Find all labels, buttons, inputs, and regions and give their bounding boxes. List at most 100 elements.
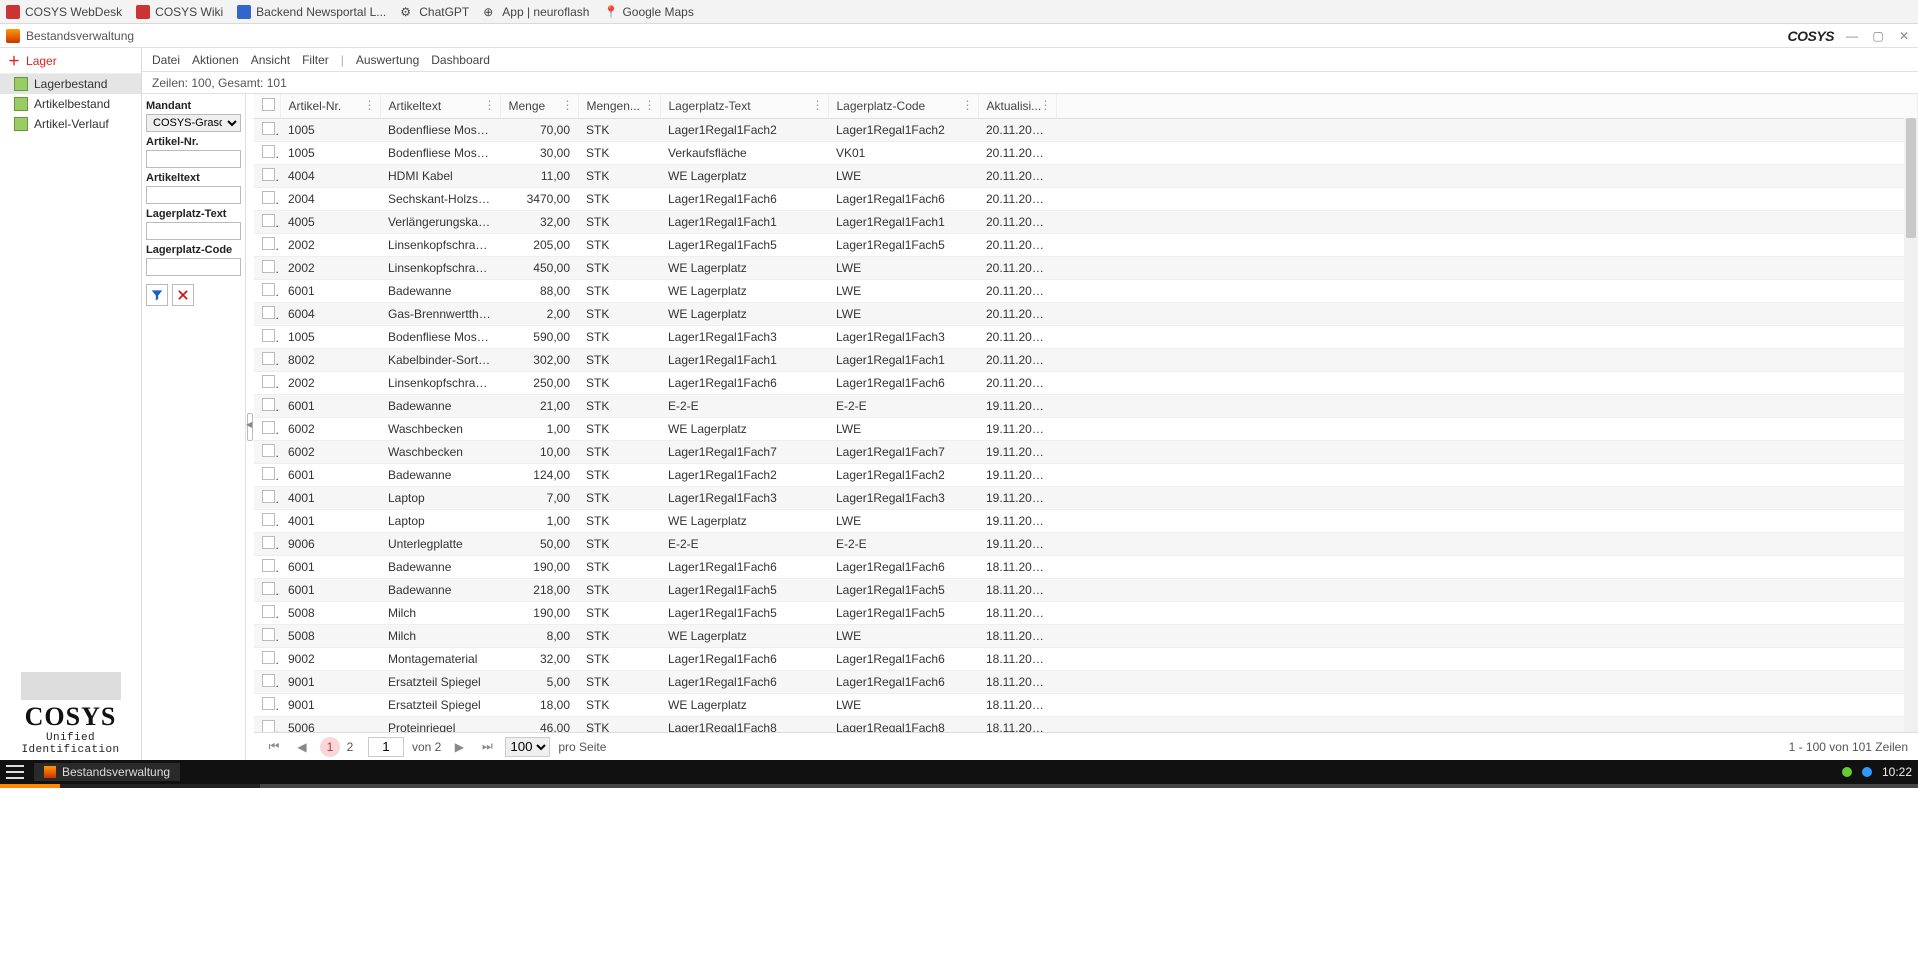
row-checkbox[interactable] (262, 398, 275, 411)
row-checkbox[interactable] (262, 168, 275, 181)
table-row[interactable]: 9001Ersatzteil Spiegel18,00STKWE Lagerpl… (254, 694, 1918, 717)
table-row[interactable]: 5008Milch8,00STKWE LagerplatzLWE18.11.20… (254, 625, 1918, 648)
minimize-button[interactable]: — (1844, 28, 1860, 44)
row-checkbox[interactable] (262, 651, 275, 664)
row-checkbox[interactable] (262, 421, 275, 434)
table-row[interactable]: 4001Laptop1,00STKWE LagerplatzLWE19.11.2… (254, 510, 1918, 533)
column-header[interactable]: Artikeltext⋮ (380, 94, 500, 119)
table-row[interactable]: 6001Badewanne88,00STKWE LagerplatzLWE20.… (254, 280, 1918, 303)
table-row[interactable]: 1005Bodenfliese Mosaik70,00STKLager1Rega… (254, 119, 1918, 142)
row-checkbox[interactable] (262, 628, 275, 641)
next-page-button[interactable]: ▶ (449, 737, 469, 757)
sidebar-item[interactable]: Artikelbestand (0, 94, 141, 114)
row-checkbox[interactable] (262, 214, 275, 227)
row-checkbox[interactable] (262, 352, 275, 365)
table-row[interactable]: 6002Waschbecken10,00STKLager1Regal1Fach7… (254, 441, 1918, 464)
row-checkbox[interactable] (262, 191, 275, 204)
mandant-select[interactable]: COSYS-Grasdorf (146, 114, 241, 132)
maximize-button[interactable]: ▢ (1870, 28, 1886, 44)
column-menu-icon[interactable]: ⋮ (562, 98, 574, 112)
column-menu-icon[interactable]: ⋮ (364, 98, 376, 112)
column-header[interactable]: Menge⋮ (500, 94, 578, 119)
table-row[interactable]: 2002Linsenkopfschrauben250,00STKLager1Re… (254, 372, 1918, 395)
row-checkbox[interactable] (262, 720, 275, 732)
lagerplatz-text-input[interactable] (146, 222, 241, 240)
menu-item[interactable]: Datei (152, 53, 180, 67)
row-checkbox[interactable] (262, 605, 275, 618)
bookmark-item[interactable]: ⚙ChatGPT (400, 5, 469, 19)
table-row[interactable]: 9002Montagematerial32,00STKLager1Regal1F… (254, 648, 1918, 671)
column-menu-icon[interactable]: ⋮ (812, 98, 824, 112)
menu-item[interactable]: Auswertung (356, 53, 419, 67)
column-header[interactable] (254, 94, 280, 119)
bookmark-item[interactable]: COSYS Wiki (136, 5, 223, 19)
menu-item[interactable]: Dashboard (431, 53, 490, 67)
table-row[interactable]: 8002Kabelbinder-Sortiment302,00STKLager1… (254, 349, 1918, 372)
column-header[interactable]: Lagerplatz-Text⋮ (660, 94, 828, 119)
row-checkbox[interactable] (262, 375, 275, 388)
prev-page-button[interactable]: ◀ (292, 737, 312, 757)
sidebar-section-lager[interactable]: ＋ Lager (0, 48, 141, 74)
sidebar-item[interactable]: Lagerbestand (0, 74, 141, 94)
row-checkbox[interactable] (262, 490, 275, 503)
row-checkbox[interactable] (262, 122, 275, 135)
table-row[interactable]: 6004Gas-Brennwerttherme2,00STKWE Lagerpl… (254, 303, 1918, 326)
menu-item[interactable]: Aktionen (192, 53, 239, 67)
table-row[interactable]: 2002Linsenkopfschrauben205,00STKLager1Re… (254, 234, 1918, 257)
column-header[interactable]: Lagerplatz-Code⋮ (828, 94, 978, 119)
table-row[interactable]: 2004Sechskant-Holzschrauben3470,00STKLag… (254, 188, 1918, 211)
row-checkbox[interactable] (262, 674, 275, 687)
table-row[interactable]: 5008Milch190,00STKLager1Regal1Fach5Lager… (254, 602, 1918, 625)
artikelnr-input[interactable] (146, 150, 241, 168)
row-checkbox[interactable] (262, 559, 275, 572)
column-menu-icon[interactable]: ⋮ (1040, 98, 1052, 112)
row-checkbox[interactable] (262, 697, 275, 710)
row-checkbox[interactable] (262, 513, 275, 526)
page-input[interactable] (368, 737, 404, 757)
row-checkbox[interactable] (262, 283, 275, 296)
first-page-button[interactable]: ⏮ (264, 737, 284, 757)
row-checkbox[interactable] (262, 237, 275, 250)
column-header[interactable]: Mengen...⋮ (578, 94, 660, 119)
last-page-button[interactable]: ⏭ (477, 737, 497, 757)
taskbar-task[interactable]: Bestandsverwaltung (34, 763, 180, 781)
table-row[interactable]: 1005Bodenfliese Mosaik30,00STKVerkaufsfl… (254, 142, 1918, 165)
row-checkbox[interactable] (262, 145, 275, 158)
clear-filter-button[interactable] (172, 284, 194, 306)
page-size-select[interactable]: 100 (505, 737, 550, 757)
table-row[interactable]: 2002Linsenkopfschrauben450,00STKWE Lager… (254, 257, 1918, 280)
page-number[interactable]: 1 (320, 737, 340, 757)
table-row[interactable]: 6001Badewanne21,00STKE-2-EE-2-E19.11.202… (254, 395, 1918, 418)
bookmark-item[interactable]: Backend Newsportal L... (237, 5, 386, 19)
table-row[interactable]: 6001Badewanne218,00STKLager1Regal1Fach5L… (254, 579, 1918, 602)
row-checkbox[interactable] (262, 260, 275, 273)
page-number[interactable]: 2 (340, 737, 360, 757)
column-header[interactable]: Artikel-Nr.⋮ (280, 94, 380, 119)
column-menu-icon[interactable]: ⋮ (644, 98, 656, 112)
lagerplatz-code-input[interactable] (146, 258, 241, 276)
column-header[interactable]: Aktualisi...⋮ (978, 94, 1056, 119)
bookmark-item[interactable]: COSYS WebDesk (6, 5, 122, 19)
splitter-handle[interactable] (246, 94, 254, 760)
close-button[interactable]: ✕ (1896, 28, 1912, 44)
artikeltext-input[interactable] (146, 186, 241, 204)
table-row[interactable]: 5006Proteinriegel46,00STKLager1Regal1Fac… (254, 717, 1918, 733)
table-row[interactable]: 4004HDMI Kabel11,00STKWE LagerplatzLWE20… (254, 165, 1918, 188)
row-checkbox[interactable] (262, 329, 275, 342)
table-row[interactable]: 6002Waschbecken1,00STKWE LagerplatzLWE19… (254, 418, 1918, 441)
vertical-scrollbar[interactable] (1904, 118, 1918, 732)
menu-item[interactable]: Ansicht (251, 53, 290, 67)
menu-item[interactable]: Filter (302, 53, 329, 67)
table-row[interactable]: 9001Ersatzteil Spiegel5,00STKLager1Regal… (254, 671, 1918, 694)
row-checkbox[interactable] (262, 536, 275, 549)
column-menu-icon[interactable]: ⋮ (962, 98, 974, 112)
column-menu-icon[interactable]: ⋮ (484, 98, 496, 112)
select-all-checkbox[interactable] (262, 98, 275, 111)
table-row[interactable]: 6001Badewanne124,00STKLager1Regal1Fach2L… (254, 464, 1918, 487)
bookmark-item[interactable]: 📍Google Maps (603, 5, 693, 19)
table-row[interactable]: 6001Badewanne190,00STKLager1Regal1Fach6L… (254, 556, 1918, 579)
row-checkbox[interactable] (262, 444, 275, 457)
sidebar-item[interactable]: Artikel-Verlauf (0, 114, 141, 134)
table-row[interactable]: 4005Verlängerungskabel32,00STKLager1Rega… (254, 211, 1918, 234)
table-row[interactable]: 1005Bodenfliese Mosaik590,00STKLager1Reg… (254, 326, 1918, 349)
